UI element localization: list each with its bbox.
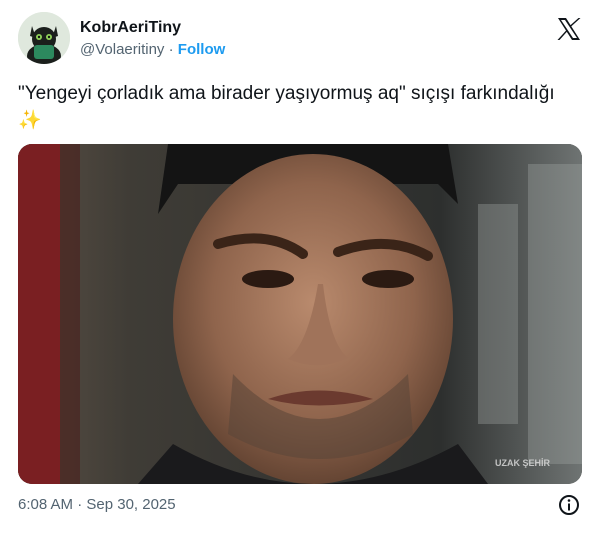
display-name[interactable]: KobrAeriTiny	[80, 18, 225, 38]
info-icon[interactable]	[558, 494, 580, 516]
tweet-media[interactable]: UZAK ŞEHİR	[18, 144, 582, 484]
user-info: KobrAeriTiny @Volaeritiny · Follow	[80, 18, 225, 61]
avatar[interactable]	[18, 12, 70, 64]
tweet-header: KobrAeriTiny @Volaeritiny · Follow	[18, 12, 584, 66]
follow-button[interactable]: Follow	[178, 41, 226, 58]
handle-line: @Volaeritiny · Follow	[80, 39, 225, 61]
tweet-footer: 6:08 AM · Sep 30, 2025	[18, 494, 582, 516]
tweet-text: "Yengeyi çorladık ama birader yaşıyormuş…	[18, 83, 555, 131]
timestamp[interactable]: 6:08 AM · Sep 30, 2025	[18, 494, 582, 516]
black-cat-avatar-icon	[18, 12, 70, 64]
x-logo-icon[interactable]	[556, 16, 582, 42]
video-still-man-frowning-icon: UZAK ŞEHİR	[18, 144, 582, 484]
separator: ·	[168, 41, 174, 58]
media-watermark: UZAK ŞEHİR	[495, 458, 551, 468]
handle[interactable]: @Volaeritiny	[80, 41, 164, 58]
